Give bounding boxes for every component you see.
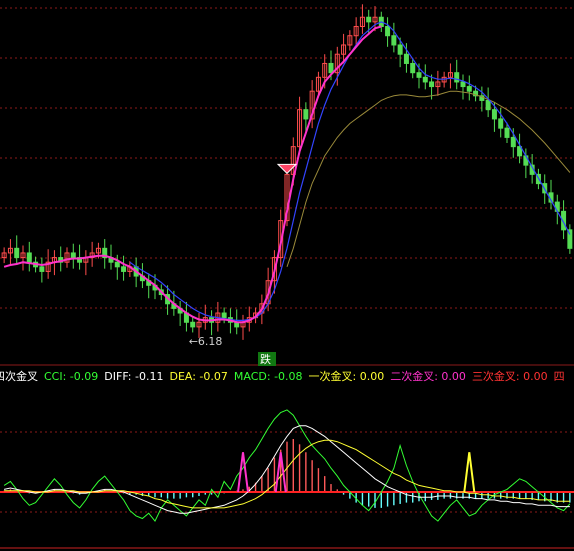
candle-body[interactable] [410, 62, 416, 74]
candle-body[interactable] [498, 118, 504, 129]
candle-body[interactable] [429, 81, 435, 88]
crossover-signal [463, 452, 476, 493]
legend-DIFF: DIFF: -0.11 [104, 370, 163, 383]
legend-四: 四 [554, 370, 565, 383]
signal-badge-label: 跌 [260, 352, 271, 366]
candle-body[interactable] [504, 127, 510, 138]
candle-body[interactable] [328, 62, 334, 74]
ma-blue-line [129, 21, 571, 321]
ma-long-line [286, 90, 571, 267]
candle-body[interactable] [190, 321, 196, 328]
candle-body[interactable] [14, 247, 20, 259]
candle-body[interactable] [385, 25, 391, 37]
candle-body[interactable] [454, 72, 460, 83]
candle-body[interactable] [510, 136, 516, 148]
legend-CCI: CCI: -0.09 [44, 370, 98, 383]
legend-一次金叉: 一次金叉: 0.00 [309, 369, 385, 383]
candle-body[interactable] [416, 72, 422, 78]
candle-body[interactable] [491, 109, 497, 120]
candle-body[interactable] [397, 44, 403, 55]
candle-body[interactable] [403, 53, 409, 64]
candle-body[interactable] [26, 252, 32, 263]
candle-body[interactable] [221, 312, 227, 319]
candle-body[interactable] [39, 266, 45, 272]
candle-body[interactable] [114, 261, 120, 268]
candle-body[interactable] [70, 252, 76, 259]
indicator-panel[interactable] [0, 409, 574, 523]
legend-二次金叉: 二次金叉: 0.00 [390, 369, 466, 383]
crossover-signal [237, 452, 249, 493]
low-price-annotation: ←6.18 [189, 335, 223, 348]
candle-body[interactable] [422, 76, 428, 83]
legend-DEA: DEA: -0.07 [169, 370, 227, 383]
candle-body[interactable] [121, 266, 127, 272]
legend-MACD: MACD: -0.08 [234, 370, 303, 383]
indicator-legend: 四次金叉 CCI: -0.09 DIFF: -0.11 DEA: -0.07 MACD:… [0, 369, 565, 383]
legend-四次金叉: 四次金叉 [0, 369, 38, 383]
candle-body[interactable] [391, 35, 397, 46]
candle-body[interactable] [366, 16, 372, 23]
stock-chart[interactable]: 四次金叉 CCI: -0.09 DIFF: -0.11 DEA: -0.07 MACD:… [0, 0, 574, 551]
candle-body[interactable] [485, 99, 491, 111]
candle-body[interactable] [303, 109, 309, 120]
candle-body[interactable] [460, 81, 466, 88]
candle-body[interactable] [466, 86, 472, 92]
legend-三次金叉: 三次金叉: 0.00 [472, 369, 548, 383]
